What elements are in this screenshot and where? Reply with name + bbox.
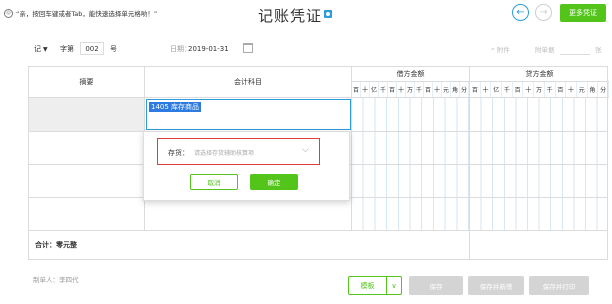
docs-label: 附单据 xyxy=(535,46,555,54)
voucher-type-select[interactable]: 记 ▼ xyxy=(34,43,48,55)
page-title: 记账凭证 xyxy=(258,7,323,25)
voucher-type-value: 记 xyxy=(34,45,41,53)
digit-label: 亿 xyxy=(491,82,503,97)
subject-cell[interactable] xyxy=(145,198,352,230)
chevron-down-icon[interactable]: ∨ xyxy=(387,277,401,294)
chevron-down-icon: ⌵ xyxy=(302,145,309,155)
digit-label: 十 xyxy=(523,82,535,97)
digit-label: 元 xyxy=(442,82,451,97)
debit-digit-header: 百 十 亿 千 百 十 万 千 百 十 元 角 分 xyxy=(352,82,470,98)
tip-bar: ◎ “亲，按回车键或者Tab，能快速选择单元格哟！” xyxy=(4,7,157,19)
docs-unit: 张 xyxy=(595,46,602,54)
digit-label: 千 xyxy=(379,82,388,97)
credit-cell[interactable] xyxy=(470,98,607,131)
summary-cell[interactable] xyxy=(29,132,145,164)
digit-label: 十 xyxy=(481,82,492,97)
credit-cell[interactable] xyxy=(470,165,607,197)
arrow-right-icon[interactable]: → xyxy=(535,4,552,21)
credit-cell[interactable] xyxy=(470,198,607,230)
digit-label: 百 xyxy=(388,82,397,97)
debit-cell[interactable] xyxy=(352,132,470,164)
subject-input[interactable]: 1405 库存商品 xyxy=(146,99,351,130)
video-icon[interactable] xyxy=(324,10,332,18)
summary-cell[interactable] xyxy=(29,98,145,131)
summary-cell[interactable] xyxy=(29,165,145,197)
digit-label: 百 xyxy=(352,82,361,97)
total-debit-cell xyxy=(352,231,470,260)
header-summary: 摘要 xyxy=(29,67,145,98)
digit-label: 百 xyxy=(424,82,433,97)
save-and-new-button[interactable]: 保存并新增 xyxy=(468,276,524,295)
table-row xyxy=(29,198,607,231)
subject-selected-text: 1405 库存商品 xyxy=(149,102,202,112)
digit-label: 万 xyxy=(406,82,415,97)
digit-label: 十 xyxy=(397,82,406,97)
inventory-select[interactable]: 存货： 请选择存货辅助核算项 ⌵ xyxy=(157,138,320,165)
template-label: 模板 xyxy=(349,277,387,294)
docs-count-input[interactable] xyxy=(560,42,590,55)
attachment-link[interactable]: ⌕ 附件 xyxy=(491,43,510,55)
header-debit: 借方金额 xyxy=(352,67,470,82)
credit-digit-header: 百 十 亿 千 百 十 万 千 百 十 元 角 分 xyxy=(470,82,609,98)
voucher-number-input[interactable]: 002 xyxy=(80,42,104,55)
chevron-down-icon: ▼ xyxy=(43,45,48,53)
maker-label: 制单人：李四代 xyxy=(33,276,79,284)
save-and-print-button[interactable]: 保存并打印 xyxy=(529,276,589,295)
debit-cell[interactable] xyxy=(352,198,470,230)
digit-label: 角 xyxy=(451,82,460,97)
total-label: 合计：零元整 xyxy=(35,241,77,249)
confirm-button[interactable]: 确定 xyxy=(250,174,298,190)
more-vouchers-button[interactable]: 更多凭证 xyxy=(560,4,606,22)
digit-label: 分 xyxy=(460,82,469,97)
header-subject: 会计科目 xyxy=(145,67,352,98)
digit-label: 元 xyxy=(577,82,588,97)
digit-label: 千 xyxy=(502,82,513,97)
digit-label: 百 xyxy=(556,82,567,97)
digit-label: 千 xyxy=(545,82,556,97)
arrow-left-icon[interactable]: ← xyxy=(512,4,529,21)
digit-label: 亿 xyxy=(370,82,379,97)
header-credit: 贷方金额 xyxy=(470,67,609,82)
inventory-label: 存货： xyxy=(168,149,189,157)
digit-label: 百 xyxy=(470,82,481,97)
total-row: 合计：零元整 xyxy=(29,231,607,260)
hao-label: 号 xyxy=(110,45,117,53)
tip-text: “亲，按回车键或者Tab，能快速选择单元格哟！” xyxy=(16,10,158,18)
digit-label: 角 xyxy=(588,82,599,97)
save-button[interactable]: 保存 xyxy=(409,276,463,295)
zi-label: 字第 xyxy=(60,45,74,53)
digit-label: 百 xyxy=(513,82,524,97)
date-input[interactable]: 2019-01-31 xyxy=(188,42,240,55)
calendar-icon[interactable] xyxy=(243,43,253,53)
debit-cell[interactable] xyxy=(352,98,470,131)
inventory-placeholder: 请选择存货辅助核算项 xyxy=(194,150,255,157)
digit-label: 十 xyxy=(433,82,442,97)
digit-label: 万 xyxy=(534,82,545,97)
paperclip-icon: ⌕ xyxy=(491,44,495,53)
digit-label: 十 xyxy=(566,82,577,97)
cancel-button[interactable]: 取消 xyxy=(190,174,238,190)
digit-label: 分 xyxy=(598,82,609,97)
digit-label: 千 xyxy=(415,82,424,97)
credit-cell[interactable] xyxy=(470,132,607,164)
total-credit-cell xyxy=(470,231,607,260)
summary-cell[interactable] xyxy=(29,198,145,230)
circle-hint-icon: ◎ xyxy=(4,8,13,18)
attachment-label: 附件 xyxy=(496,46,510,54)
template-button[interactable]: 模板 ∨ xyxy=(348,276,402,295)
auxiliary-popup: 存货： 请选择存货辅助核算项 ⌵ 取消 确定 xyxy=(143,131,350,201)
table-row: 1405 库存商品 xyxy=(29,98,607,132)
digit-label: 十 xyxy=(361,82,370,97)
debit-cell[interactable] xyxy=(352,165,470,197)
subject-cell[interactable]: 1405 库存商品 xyxy=(145,98,352,131)
